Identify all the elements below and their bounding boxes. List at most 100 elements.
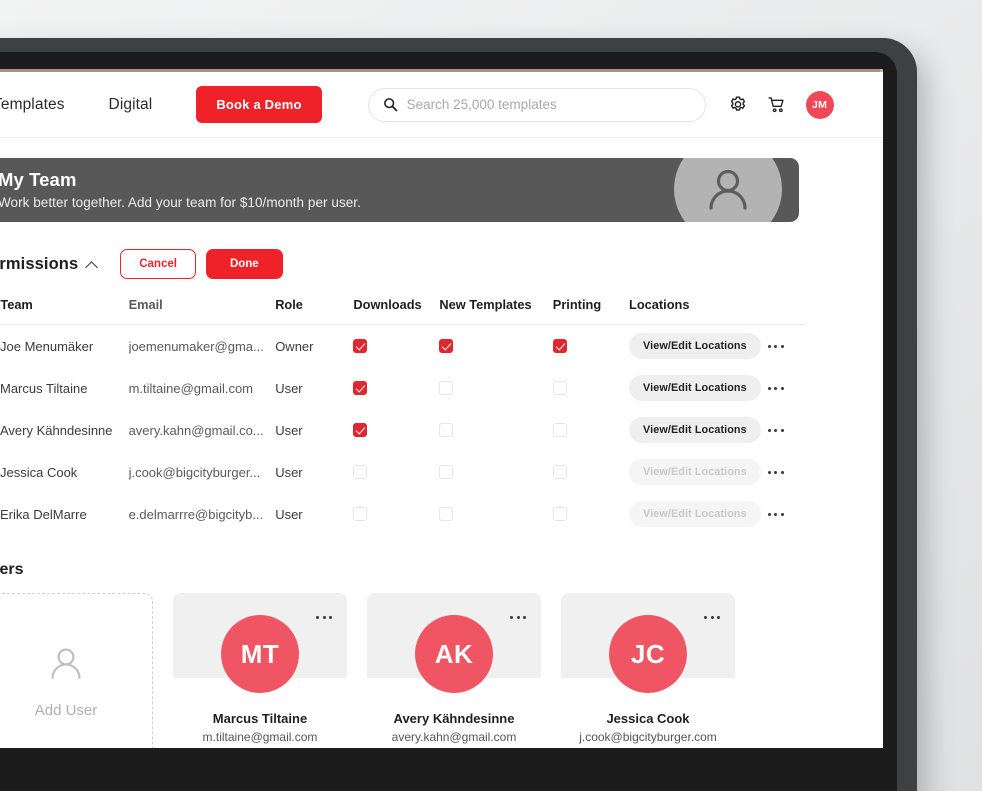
new-templates-cell (439, 381, 552, 395)
users-section-title: Users (0, 561, 24, 578)
row-overflow-menu-icon[interactable] (766, 465, 786, 480)
downloads-cell (353, 339, 439, 353)
downloads-cell (353, 465, 439, 479)
printing-cell (552, 423, 629, 437)
view-edit-locations-button[interactable]: View/Edit Locations (629, 501, 761, 527)
member-role: User (275, 422, 303, 438)
my-team-banner: My Team Work better together. Add your t… (0, 158, 799, 222)
view-edit-locations-button[interactable]: View/Edit Locations (629, 333, 761, 359)
top-navbar: Templates Digital Book a Demo Search 25,… (0, 72, 883, 138)
page-backdrop: Templates Digital Book a Demo Search 25,… (0, 0, 982, 791)
book-a-demo-button[interactable]: Book a Demo (196, 86, 322, 123)
column-header-my-team: My Team (0, 297, 33, 312)
chevron-up-icon[interactable] (85, 260, 99, 274)
downloads-checkbox[interactable] (353, 507, 368, 521)
downloads-checkbox[interactable] (353, 381, 368, 395)
row-overflow-menu-icon[interactable] (766, 381, 786, 396)
new-templates-checkbox[interactable] (439, 507, 454, 521)
user-card-email: j.cook@bigcityburger.com (579, 730, 717, 744)
view-edit-locations-button[interactable]: View/Edit Locations (629, 417, 761, 443)
search-icon (383, 97, 398, 112)
user-card[interactable]: MT Marcus Tiltaine m.tiltaine@gmail.com (173, 593, 347, 748)
nav-link-digital[interactable]: Digital (109, 96, 153, 114)
row-overflow-menu-icon[interactable] (766, 423, 786, 438)
user-card-overflow-menu-icon[interactable] (508, 610, 528, 625)
view-edit-locations-button[interactable]: View/Edit Locations (629, 375, 761, 401)
column-header-new-templates: New Templates (439, 297, 532, 312)
add-user-label: Add User (34, 701, 98, 719)
done-button[interactable]: Done (205, 249, 283, 279)
column-header-role: Role (275, 297, 303, 312)
new-templates-checkbox[interactable] (439, 423, 454, 437)
row-overflow-menu-icon[interactable] (766, 339, 786, 354)
user-card-name: Avery Kähndesinne (393, 711, 515, 726)
search-input[interactable] (406, 97, 667, 112)
new-templates-checkbox[interactable] (439, 381, 454, 395)
downloads-checkbox[interactable] (353, 339, 368, 353)
gear-icon[interactable] (728, 95, 748, 115)
member-email: joemenumaker@gma... (128, 338, 264, 354)
printing-checkbox[interactable] (552, 381, 567, 395)
user-card-overflow-menu-icon[interactable] (702, 610, 722, 625)
nav-link-templates[interactable]: Templates (0, 96, 65, 114)
user-card[interactable]: JC Jessica Cook j.cook@bigcityburger.com (561, 593, 735, 748)
printing-checkbox[interactable] (552, 339, 567, 353)
row-menu-cell (766, 507, 805, 522)
column-header-locations: Locations (629, 297, 690, 312)
locations-cell: View/Edit Locations (629, 417, 766, 443)
view-edit-locations-button[interactable]: View/Edit Locations (629, 459, 761, 485)
member-role: Owner (275, 338, 314, 354)
member-name: Erika DelMarre (0, 506, 87, 522)
downloads-checkbox[interactable] (353, 423, 368, 437)
table-row: Avery Kähndesinne avery.kahn@gmail.co... U… (0, 409, 805, 451)
column-header-email: Email (128, 297, 163, 312)
permissions-table: My Team Email Role Downloads New Templat… (0, 297, 805, 535)
member-email: e.delmarrre@bigcityb... (128, 506, 264, 522)
printing-checkbox[interactable] (552, 423, 567, 437)
row-menu-cell (766, 423, 805, 438)
member-name: Joe Menumäker (0, 338, 94, 354)
add-user-card[interactable]: Add User (0, 593, 153, 748)
row-overflow-menu-icon[interactable] (766, 507, 786, 522)
user-cards-row: Add User MT Marcus Tiltaine m.tiltaine@gma… (0, 593, 883, 748)
new-templates-cell (439, 423, 552, 437)
downloads-checkbox[interactable] (353, 465, 368, 479)
row-menu-cell (766, 381, 805, 396)
user-card-avatar: MT (221, 615, 299, 693)
row-menu-cell (766, 465, 805, 480)
printing-cell (552, 507, 629, 521)
cancel-button[interactable]: Cancel (120, 249, 196, 279)
member-name: Avery Kähndesinne (0, 422, 113, 438)
printing-checkbox[interactable] (552, 465, 567, 479)
user-card-overflow-menu-icon[interactable] (314, 610, 334, 625)
new-templates-cell (439, 465, 552, 479)
printing-cell (552, 381, 629, 395)
member-role: User (275, 506, 303, 522)
user-card-name: Jessica Cook (606, 711, 690, 726)
person-outline-icon (44, 642, 88, 690)
user-card-avatar: AK (415, 615, 493, 693)
printing-checkbox[interactable] (552, 507, 567, 521)
member-email: avery.kahn@gmail.co... (128, 422, 264, 438)
user-card-avatar: JC (609, 615, 687, 693)
table-row: Marcus Tiltaine m.tiltaine@gmail.com User V… (0, 367, 805, 409)
downloads-cell (353, 507, 439, 521)
table-row: Erika DelMarre e.delmarrre@bigcityb... Use… (0, 493, 805, 535)
navbar-actions: JM (728, 90, 834, 119)
user-card[interactable]: AK Avery Kähndesinne avery.kahn@gmail.com (367, 593, 541, 748)
downloads-cell (353, 423, 439, 437)
member-name-cell: Jessica Cook (0, 465, 129, 480)
new-templates-checkbox[interactable] (439, 465, 454, 479)
new-templates-checkbox[interactable] (439, 339, 454, 353)
member-name: Marcus Tiltaine (0, 380, 88, 396)
user-card-email: avery.kahn@gmail.com (391, 730, 517, 744)
cart-icon[interactable] (767, 95, 787, 115)
column-header-printing: Printing (552, 297, 602, 312)
user-avatar-initials[interactable]: JM (805, 90, 834, 119)
user-card-email: m.tiltaine@gmail.com (202, 730, 318, 744)
member-name: Jessica Cook (0, 464, 78, 480)
browser-screen: Templates Digital Book a Demo Search 25,… (0, 72, 883, 748)
member-role: User (275, 380, 303, 396)
search-bar[interactable] (367, 87, 706, 122)
downloads-cell (353, 381, 439, 395)
